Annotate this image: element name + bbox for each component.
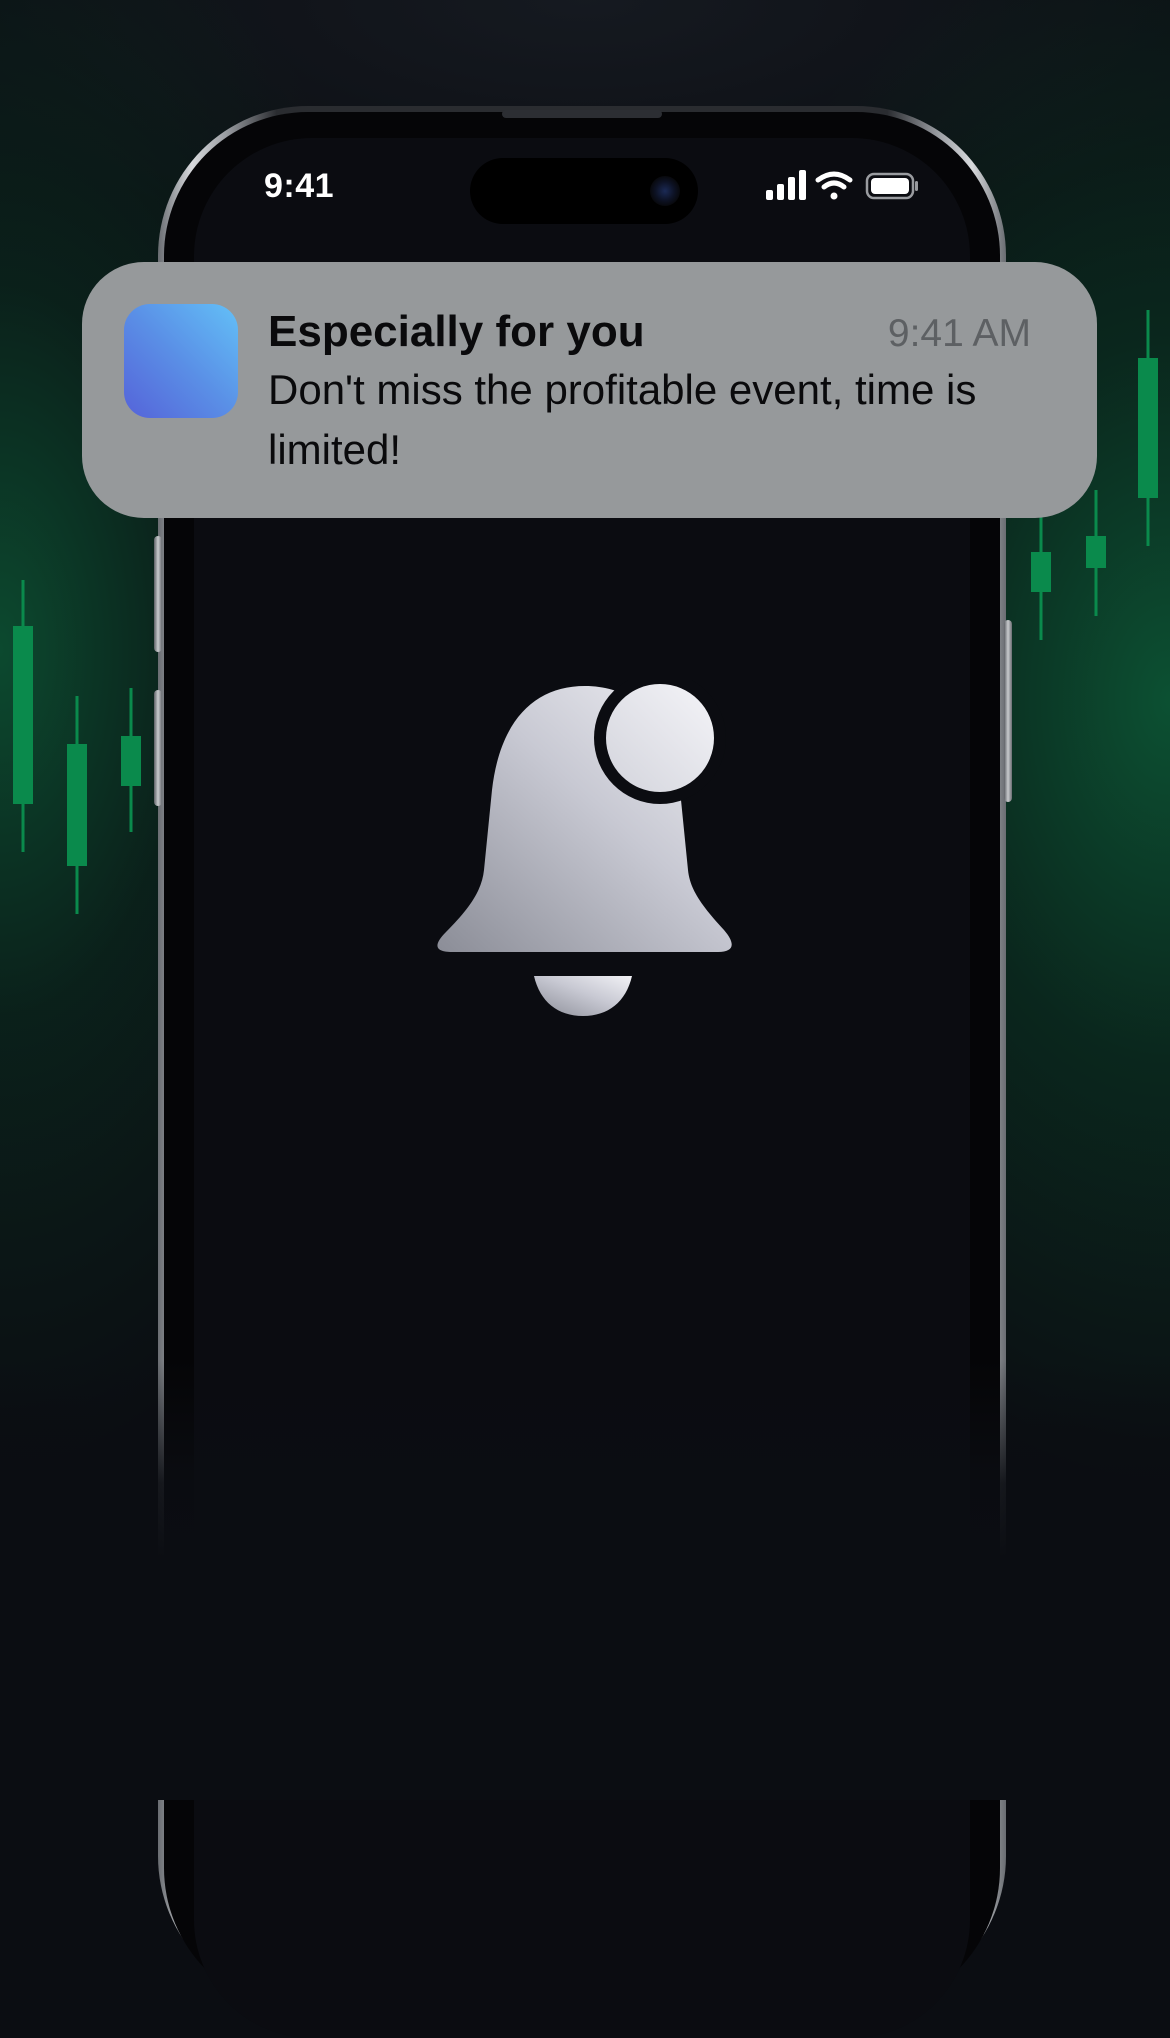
bell-notification-icon (437, 680, 732, 1016)
dynamic-island (470, 158, 698, 224)
cellular-signal-icon (766, 170, 806, 200)
battery-icon (865, 172, 918, 200)
candle-right-2 (1086, 490, 1106, 616)
phone-action-button (154, 536, 162, 652)
status-time: 9:41 (264, 167, 335, 205)
status-icons (762, 168, 922, 204)
candle-left-2 (67, 696, 87, 914)
candle-left-1 (13, 580, 33, 852)
notification-title: Especially for you (268, 307, 645, 356)
app-icon (124, 304, 238, 418)
phone-speaker-grille (502, 110, 662, 118)
camera-icon (650, 176, 680, 206)
phone-volume-button (154, 690, 162, 806)
wifi-icon (815, 171, 853, 200)
candle-right-3 (1138, 310, 1158, 546)
bottom-fade (0, 1360, 1170, 1800)
phone-side-button (1004, 620, 1012, 802)
candle-left-3 (121, 688, 141, 832)
push-notification[interactable]: Especially for you 9:41 AM Don't miss th… (82, 262, 1097, 518)
notification-time: 9:41 AM (887, 312, 1031, 355)
notification-message: Don't miss the profitable event, time is… (268, 366, 977, 473)
candle-right-1 (1031, 512, 1051, 640)
